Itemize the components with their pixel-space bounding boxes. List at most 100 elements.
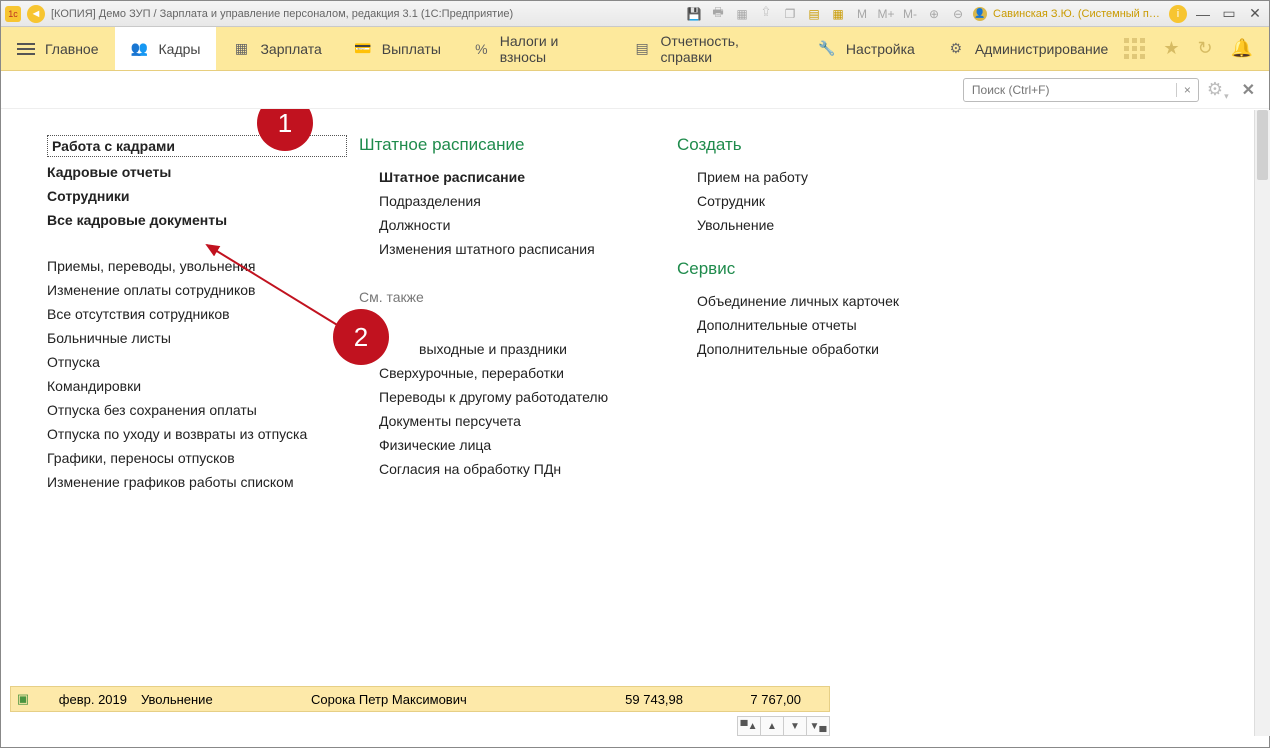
user-avatar-icon[interactable]: 👤 <box>973 7 987 21</box>
nav-payments[interactable]: 💳 Выплаты <box>338 27 457 70</box>
nav-admin[interactable]: ⚙ Администрирование <box>931 27 1125 70</box>
link-create-fire[interactable]: Увольнение <box>677 213 937 237</box>
report-icon: ▤ <box>634 41 651 57</box>
link-transfers-other-employer[interactable]: Переводы к другому работодателю <box>359 385 609 409</box>
link-extra-reports[interactable]: Дополнительные отчеты <box>677 313 937 337</box>
apps-grid-icon[interactable] <box>1124 38 1145 59</box>
link-pdn-consents[interactable]: Согласия на обработку ПДн <box>359 457 609 481</box>
current-user-name[interactable]: Савинская З.Ю. (Системный прог… <box>993 8 1163 20</box>
mem-mplus-icon[interactable]: M+ <box>877 5 895 23</box>
nav-label: Налоги и взносы <box>500 33 602 65</box>
link-hire-transfer-fire[interactable]: Приемы, переводы, увольнения <box>47 254 347 278</box>
link-merge-cards[interactable]: Объединение личных карточек <box>677 289 937 313</box>
search-box[interactable]: × <box>963 78 1199 102</box>
gear-icon: ⚙ <box>947 41 965 57</box>
link-vacation-schedules[interactable]: Графики, переносы отпусков <box>47 446 347 470</box>
link-staffing-table[interactable]: Штатное расписание <box>359 165 609 189</box>
link-absences[interactable]: Все отсутствия сотрудников <box>47 302 347 326</box>
upload-icon[interactable]: ⮸ <box>757 5 775 23</box>
header-create: Создать <box>677 135 937 155</box>
link-staffing-changes[interactable]: Изменения штатного расписания <box>359 237 609 261</box>
table-row[interactable]: ▣ февр. 2019 Увольнение Сорока Петр Макс… <box>10 686 830 712</box>
zoom-out-icon[interactable]: ⊖ <box>949 5 967 23</box>
row-doc-icon: ▣ <box>11 691 35 707</box>
section-content: 1 2 Работа с кадрами Кадровые отчеты Сот… <box>1 109 1269 669</box>
pager-up[interactable]: ▲ <box>760 716 784 736</box>
link-create-hire[interactable]: Прием на работу <box>677 165 937 189</box>
link-sick-leaves[interactable]: Больничные листы <box>47 326 347 350</box>
window-title: [КОПИЯ] Демо ЗУП / Зарплата и управление… <box>51 8 513 20</box>
zoom-in-icon[interactable]: ⊕ <box>925 5 943 23</box>
window-close-icon[interactable]: ✕ <box>1245 5 1265 23</box>
link-persuchet-docs[interactable]: Документы персучета <box>359 409 609 433</box>
nav-salary[interactable]: ▦ Зарплата <box>216 27 337 70</box>
print-icon[interactable]: 🖶 <box>709 5 727 23</box>
link-unpaid-vacations[interactable]: Отпуска без сохранения оплаты <box>47 398 347 422</box>
nav-personnel[interactable]: 👥 Кадры <box>115 27 217 70</box>
link-vacations[interactable]: Отпуска <box>47 350 347 374</box>
column-staffing: Штатное расписание Штатное расписание По… <box>359 135 609 669</box>
search-clear-icon[interactable]: × <box>1176 83 1198 97</box>
link-schedule-list-change[interactable]: Изменение графиков работы списком <box>47 470 347 494</box>
row-date: февр. 2019 <box>35 692 135 707</box>
header-see-also: См. также <box>359 289 609 305</box>
column-work-with-personnel: Работа с кадрами Кадровые отчеты Сотрудн… <box>47 135 347 669</box>
search-input[interactable] <box>964 83 1176 97</box>
calendar-icon[interactable]: ▦ <box>829 5 847 23</box>
calc-icon[interactable]: ▤ <box>805 5 823 23</box>
row-sum2: 7 767,00 <box>691 692 809 707</box>
link-overtime[interactable]: Сверхурочные, переработки <box>359 361 609 385</box>
doc-icon[interactable]: ▦ <box>733 5 751 23</box>
back-round-icon[interactable]: ◄ <box>27 5 45 23</box>
link-individuals[interactable]: Физические лица <box>359 433 609 457</box>
copy-icon[interactable]: ❐ <box>781 5 799 23</box>
vertical-scrollbar[interactable] <box>1254 110 1270 736</box>
row-sum1: 59 743,98 <box>571 692 691 707</box>
save-icon[interactable]: 💾 <box>685 5 703 23</box>
nav-label: Главное <box>45 41 99 57</box>
row-employee: Сорока Петр Максимович <box>305 692 571 707</box>
section-toolbar: × ⚙ ✕ <box>1 71 1269 109</box>
window-titlebar: 1c ◄ [КОПИЯ] Демо ЗУП / Зарплата и управ… <box>1 1 1269 27</box>
callout-2: 2 <box>333 309 389 365</box>
link-business-trips[interactable]: Командировки <box>47 374 347 398</box>
history-icon[interactable]: ↻ <box>1197 38 1212 59</box>
settings-gear-icon[interactable]: ⚙ <box>1207 79 1228 100</box>
people-icon: 👥 <box>131 41 149 57</box>
link-parental-leave[interactable]: Отпуска по уходу и возвраты из отпуска <box>47 422 347 446</box>
link-extra-processing[interactable]: Дополнительные обработки <box>677 337 937 361</box>
nav-label: Настройка <box>846 41 915 57</box>
nav-right-tools: ★ ↻ 🔔 <box>1124 27 1269 70</box>
link-holidays[interactable]: выходные и праздники <box>359 337 609 361</box>
mem-m-icon[interactable]: M <box>853 5 871 23</box>
scrollbar-thumb[interactable] <box>1257 110 1268 180</box>
bell-icon[interactable]: 🔔 <box>1231 38 1253 59</box>
nav-taxes[interactable]: % Налоги и взносы <box>457 27 618 70</box>
panel-close-icon[interactable]: ✕ <box>1242 80 1255 100</box>
header-staffing: Штатное расписание <box>359 135 609 155</box>
pager-first[interactable]: ▀▲ <box>737 716 761 736</box>
link-employees[interactable]: Сотрудники <box>47 184 347 208</box>
link-all-hr-docs[interactable]: Все кадровые документы <box>47 208 347 232</box>
pager-down[interactable]: ▼ <box>783 716 807 736</box>
pager: ▀▲ ▲ ▼ ▼▄ <box>10 716 830 736</box>
link-create-employee[interactable]: Сотрудник <box>677 189 937 213</box>
link-personnel-reports[interactable]: Кадровые отчеты <box>47 160 347 184</box>
star-icon[interactable]: ★ <box>1163 38 1179 59</box>
link-departments[interactable]: Подразделения <box>359 189 609 213</box>
nav-main[interactable]: Главное <box>1 27 115 70</box>
link-pay-change[interactable]: Изменение оплаты сотрудников <box>47 278 347 302</box>
table-icon: ▦ <box>232 41 250 57</box>
window-minimize-icon[interactable]: — <box>1193 5 1213 23</box>
nav-settings[interactable]: 🔧 Настройка <box>802 27 931 70</box>
percent-icon: % <box>473 41 490 57</box>
window-restore-icon[interactable]: ▭ <box>1219 5 1239 23</box>
nav-reports[interactable]: ▤ Отчетность, справки <box>618 27 802 70</box>
info-round-icon[interactable]: i <box>1169 5 1187 23</box>
pager-last[interactable]: ▼▄ <box>806 716 830 736</box>
wallet-icon: 💳 <box>354 41 372 57</box>
link-positions[interactable]: Должности <box>359 213 609 237</box>
mem-mminus-icon[interactable]: M- <box>901 5 919 23</box>
nav-label: Отчетность, справки <box>660 33 785 65</box>
nav-label: Кадры <box>159 41 201 57</box>
